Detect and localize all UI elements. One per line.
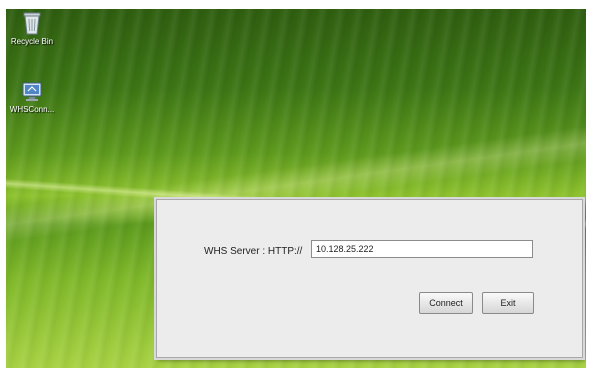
connector-icon (21, 79, 43, 103)
desktop-icon-label: WHSConn... (9, 105, 55, 114)
desktop-icon-label: Recycle Bin (10, 37, 54, 46)
desktop-icon-connector[interactable]: WHSConn... (6, 79, 58, 114)
exit-button[interactable]: Exit (482, 292, 534, 314)
connect-button[interactable]: Connect (419, 292, 473, 314)
desktop-icon-recycle-bin[interactable]: Recycle Bin (6, 11, 58, 46)
server-address-label: WHS Server : HTTP:// (204, 246, 303, 257)
desktop-background: Recycle Bin WHSConn... WHS Server : HTTP… (6, 9, 586, 368)
recycle-bin-icon (21, 11, 43, 35)
connect-dialog: WHS Server : HTTP:// Connect Exit (156, 199, 583, 358)
server-address-input[interactable] (311, 240, 533, 258)
